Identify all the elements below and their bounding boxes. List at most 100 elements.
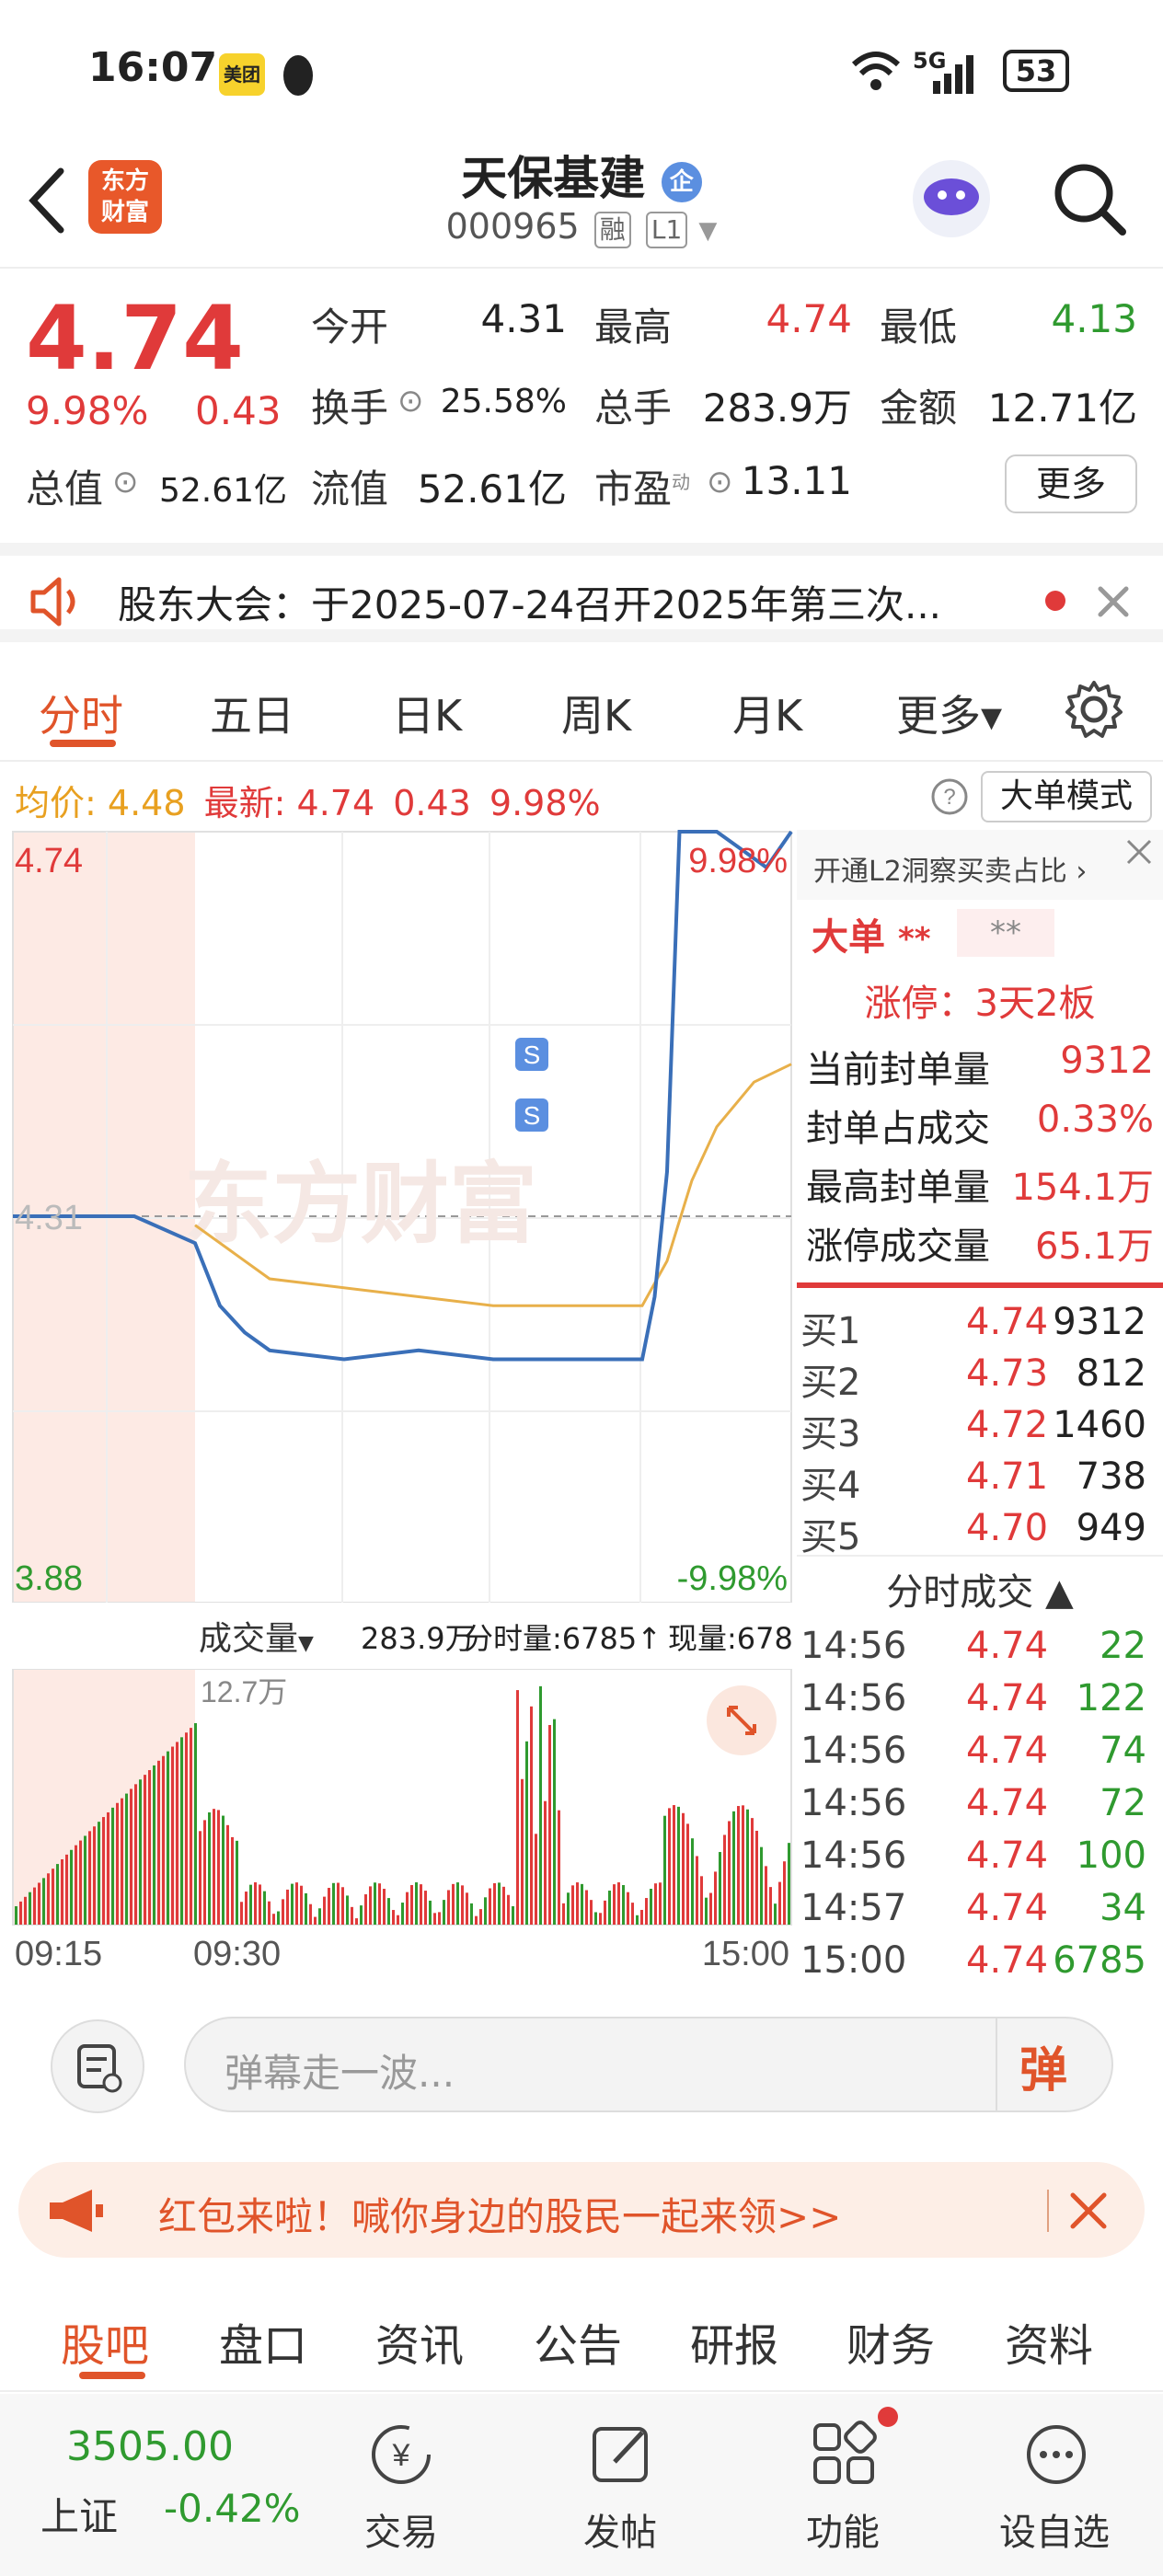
- help-icon[interactable]: ?: [929, 776, 970, 817]
- volume-bar: [397, 1915, 399, 1925]
- volume-bar: [599, 1913, 602, 1925]
- robot-assistant-icon[interactable]: [907, 155, 996, 243]
- volume-bar: [433, 1913, 436, 1925]
- bid-row[interactable]: 买4 4.71 738: [800, 1455, 1157, 1509]
- volume-bar: [369, 1886, 372, 1925]
- amount-value: 12.71亿: [987, 385, 1137, 431]
- volume-bar: [300, 1885, 303, 1925]
- volume-bar: [309, 1903, 312, 1925]
- intraday-chart[interactable]: 东方财富 S S 4.74 4.31 3.88 9.98% -9.98%: [0, 830, 793, 1604]
- volume-bar: [383, 1889, 386, 1925]
- tick-trades-title[interactable]: 分时成交 ▲: [797, 1562, 1163, 1616]
- volume-bar: [61, 1858, 63, 1925]
- settings-gear-icon[interactable]: [1062, 677, 1126, 742]
- add-watchlist-button[interactable]: 设自选: [981, 2394, 1128, 2576]
- close-icon[interactable]: [1067, 2190, 1110, 2232]
- volume-bar: [84, 1835, 86, 1925]
- volume-bar: [562, 1903, 565, 1925]
- info-icon[interactable]: ⊙: [112, 464, 139, 500]
- tab-orderbook[interactable]: 盘口: [219, 2309, 307, 2374]
- bid-row[interactable]: 买2 4.73 812: [800, 1352, 1157, 1406]
- intraday-chart-svg: 东方财富 S S 4.74 4.31 3.88 9.98% -9.98%: [12, 830, 793, 1604]
- volume-bar: [263, 1891, 266, 1925]
- volume-max-label: 12.7万: [201, 1675, 287, 1708]
- tab-announcements[interactable]: 公告: [534, 2309, 622, 2374]
- danmaku-settings-icon[interactable]: [50, 2018, 145, 2114]
- market-cap-value: 52.61亿: [158, 472, 287, 510]
- volume-bar: [640, 1909, 643, 1925]
- volume-bar: [240, 1902, 243, 1925]
- bid-row[interactable]: 买3 4.72 1460: [800, 1404, 1157, 1457]
- tick-volume: 分时量:6785↑: [464, 1621, 662, 1656]
- tab-forum[interactable]: 股吧: [61, 2309, 149, 2374]
- volume-bar: [530, 1706, 533, 1925]
- sell-marker[interactable]: S: [515, 1098, 548, 1132]
- tick-trade-row: 14:56 4.74 22: [800, 1625, 1146, 1667]
- info-icon[interactable]: ⊙: [707, 464, 733, 500]
- volume-bar: [157, 1760, 160, 1925]
- volume-bar: [627, 1892, 629, 1925]
- volume-bar: [351, 1906, 353, 1925]
- tick-trade-row: 14:56 4.74 72: [800, 1782, 1146, 1824]
- close-icon[interactable]: [1095, 583, 1132, 620]
- volume-chart[interactable]: 12.7万 09:15 09:30 15:00: [0, 1668, 793, 1973]
- volume-bar: [125, 1793, 128, 1925]
- more-button[interactable]: 更多: [1005, 454, 1137, 513]
- volume-bar: [461, 1885, 464, 1925]
- info-icon[interactable]: ⊙: [397, 383, 424, 420]
- tab-profile[interactable]: 资料: [1005, 2309, 1093, 2374]
- volume-bar: [217, 1810, 220, 1925]
- volume-bar: [56, 1864, 59, 1925]
- post-button[interactable]: 发帖: [547, 2394, 694, 2576]
- volume-bar: [378, 1883, 381, 1925]
- tab-research[interactable]: 研报: [690, 2309, 778, 2374]
- promo-banner[interactable]: 红包来啦！喊你身边的股民一起来领>>: [18, 2162, 1145, 2258]
- tab-weekly-k[interactable]: 周K: [561, 683, 631, 743]
- tab-more[interactable]: 更多▾: [896, 683, 1002, 743]
- tab-daily-k[interactable]: 日K: [392, 683, 462, 743]
- volume-bar: [535, 1834, 537, 1925]
- volume-bar: [277, 1911, 280, 1925]
- volume-bar: [742, 1805, 744, 1925]
- volume-bar: [728, 1821, 731, 1925]
- volume-bar: [24, 1896, 27, 1925]
- volume-bar: [456, 1882, 459, 1925]
- volume-bar: [272, 1914, 275, 1925]
- tab-five-day[interactable]: 五日: [210, 683, 294, 743]
- bid-row[interactable]: 买5 4.70 949: [800, 1507, 1157, 1560]
- volume-bar: [525, 1741, 528, 1925]
- close-icon[interactable]: [1121, 834, 1157, 870]
- volume-bar: [686, 1823, 689, 1925]
- volume-bar: [558, 1810, 560, 1925]
- big-order-value: **: [957, 909, 1054, 957]
- tab-intraday[interactable]: 分时: [39, 683, 123, 743]
- volume-selector[interactable]: 成交量▼: [199, 1612, 314, 1660]
- tick-trade-row: 14:56 4.74 100: [800, 1834, 1146, 1877]
- danmaku-input[interactable]: 弹幕走一波... 弹: [184, 2017, 1113, 2112]
- l2-banner[interactable]: 开通L2洞察买卖占比 ›: [797, 830, 1163, 900]
- y-axis-top: 4.74: [15, 842, 83, 880]
- index-ticker[interactable]: 3505.00 上证 -0.42%: [0, 2394, 313, 2576]
- volume-bar: [79, 1840, 82, 1925]
- quote-panel: 4.74 9.98% 0.43 今开 4.31 最高 4.74 最低 4.13 …: [0, 269, 1163, 535]
- tab-news[interactable]: 资讯: [375, 2309, 464, 2374]
- notice-bar[interactable]: 股东大会：于2025-07-24召开2025年第三次...: [0, 543, 1163, 642]
- volume-header: 成交量▼ 283.9万 分时量:6785↑ 现量:6785: [0, 1603, 793, 1669]
- trade-button[interactable]: ¥ 交易: [328, 2394, 475, 2576]
- tab-monthly-k[interactable]: 月K: [732, 683, 802, 743]
- float-label: 流值: [311, 466, 389, 512]
- search-icon[interactable]: [1049, 158, 1130, 239]
- functions-button[interactable]: 功能: [769, 2394, 916, 2576]
- margin-tag: 融: [593, 212, 631, 248]
- pe-value: 13.11: [741, 458, 852, 503]
- bid-row[interactable]: 买1 4.74 9312: [800, 1301, 1157, 1354]
- danmaku-send-button[interactable]: 弹: [1019, 2031, 1067, 2100]
- expand-icon[interactable]: [707, 1685, 777, 1755]
- big-order-mode-button[interactable]: 大单模式: [981, 771, 1152, 822]
- volume-bar: [286, 1889, 289, 1925]
- volume-bar: [751, 1818, 754, 1925]
- volume-bar: [723, 1834, 726, 1925]
- sell-marker[interactable]: S: [515, 1038, 548, 1071]
- tab-financials[interactable]: 财务: [846, 2309, 935, 2374]
- volume-bar: [659, 1882, 662, 1925]
